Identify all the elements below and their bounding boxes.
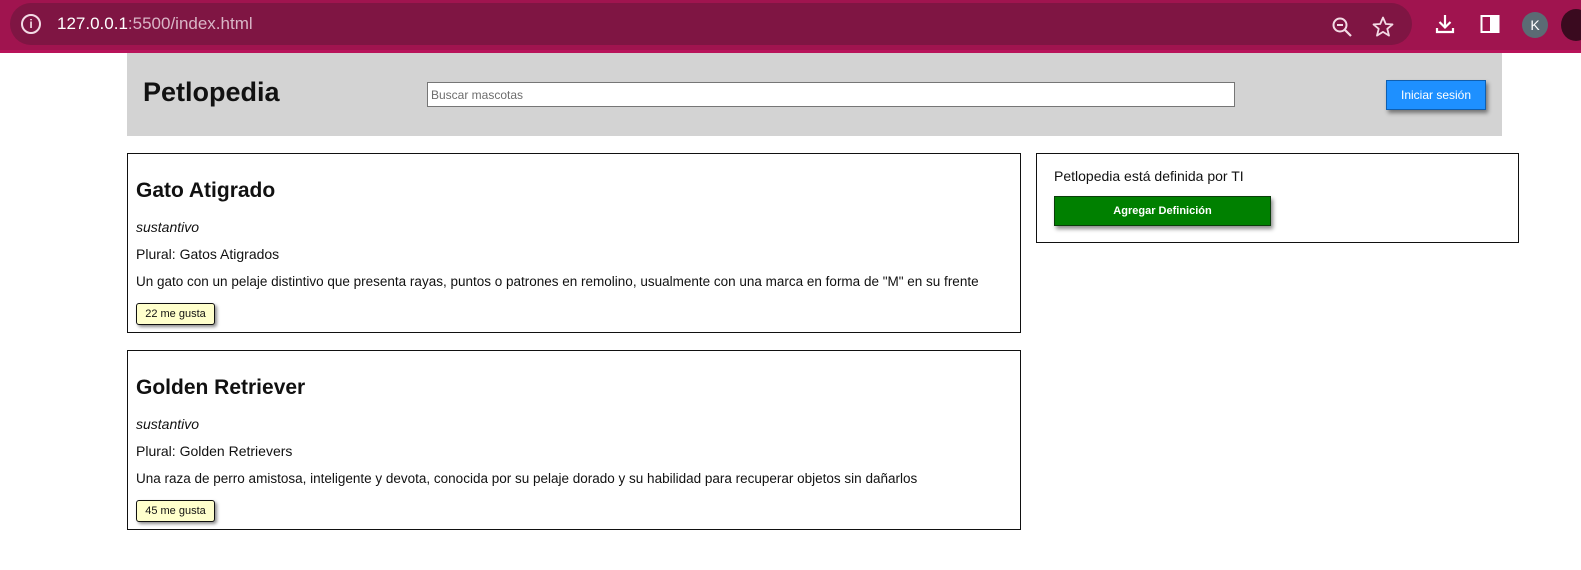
entry-type: sustantivo (136, 416, 200, 432)
like-button[interactable]: 22 me gusta (136, 303, 215, 325)
address-bar[interactable]: i 127.0.0.1:5500/index.html (10, 3, 1412, 45)
like-button[interactable]: 45 me gusta (136, 500, 215, 522)
url-text[interactable]: 127.0.0.1:5500/index.html (57, 14, 253, 34)
entry-plural: Plural: Golden Retrievers (136, 443, 293, 459)
side-panel: Petlopedia está definida por TI Agregar … (1036, 153, 1519, 243)
zoom-icon[interactable] (1330, 15, 1354, 39)
profile-avatar[interactable]: K (1522, 12, 1548, 38)
menu-edge (1561, 9, 1581, 41)
browser-toolbar: i 127.0.0.1:5500/index.html K (0, 0, 1581, 50)
url-path: :5500/index.html (127, 14, 253, 33)
side-panel-icon[interactable] (1478, 12, 1502, 36)
info-icon[interactable]: i (21, 14, 41, 34)
search-input[interactable] (427, 82, 1235, 107)
bookmark-star-icon[interactable] (1371, 15, 1395, 39)
add-definition-button[interactable]: Agregar Definición (1054, 196, 1271, 226)
side-panel-text: Petlopedia está definida por TI (1054, 168, 1244, 184)
entry-word: Golden Retriever (136, 376, 306, 399)
definition-card: Golden Retriever sustantivo Plural: Gold… (127, 350, 1021, 530)
site-title: Petlopedia (143, 77, 280, 107)
entry-type: sustantivo (136, 219, 200, 235)
download-icon[interactable] (1433, 12, 1457, 36)
entry-description: Una raza de perro amistosa, inteligente … (136, 471, 918, 486)
definition-card: Gato Atigrado sustantivo Plural: Gatos A… (127, 153, 1021, 333)
entry-description: Un gato con un pelaje distintivo que pre… (136, 274, 979, 289)
entry-plural: Plural: Gatos Atigrados (136, 246, 280, 262)
entry-word: Gato Atigrado (136, 179, 276, 202)
login-button[interactable]: Iniciar sesión (1386, 80, 1486, 110)
url-host: 127.0.0.1 (57, 14, 128, 33)
site-header: Petlopedia Iniciar sesión (127, 53, 1502, 136)
